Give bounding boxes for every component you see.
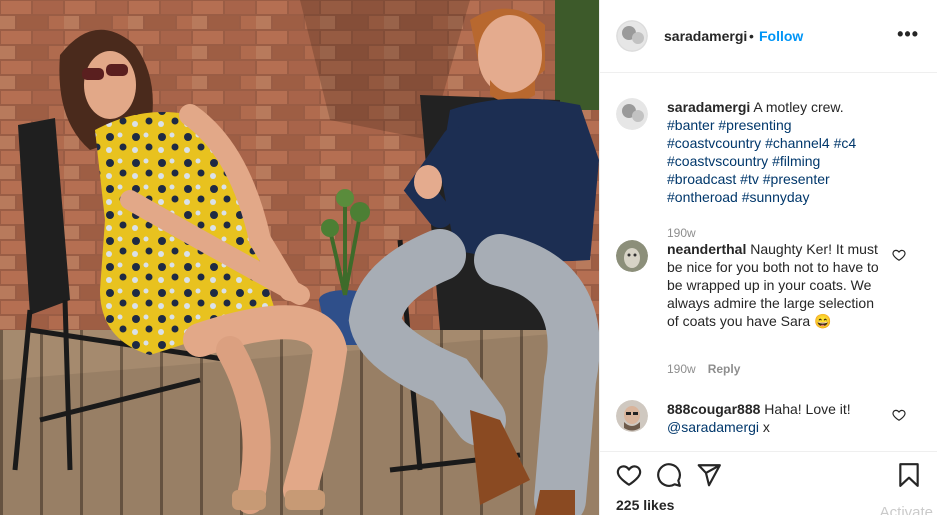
follow-button[interactable]: Follow <box>759 28 803 44</box>
reply-button[interactable]: Reply <box>708 362 741 376</box>
separator-dot: • <box>749 28 754 44</box>
caption-avatar[interactable] <box>616 98 648 130</box>
hashtag[interactable]: #tv <box>740 171 759 187</box>
author-avatar[interactable] <box>616 20 648 52</box>
hashtag[interactable]: #c4 <box>834 135 857 151</box>
commenter-username[interactable]: 888cougar888 <box>667 401 760 417</box>
activation-watermark: Activate <box>879 504 933 515</box>
hashtag[interactable]: #banter <box>667 117 714 133</box>
hashtag[interactable]: #ontheroad <box>667 189 738 205</box>
author-username[interactable]: saradamergi <box>664 28 747 44</box>
hashtag[interactable]: #coastvscountry <box>667 153 768 169</box>
comment-meta: 190w Reply <box>667 362 740 376</box>
hashtag[interactable]: #channel4 <box>765 135 830 151</box>
commenter-username[interactable]: neanderthal <box>667 241 746 257</box>
bookmark-icon[interactable] <box>896 462 922 488</box>
like-comment-heart-icon[interactable] <box>892 408 906 422</box>
comment-body: 888cougar888 Haha! Love it! @saradamergi… <box>667 400 889 436</box>
comments-list[interactable]: saradamergi A motley crew. #banter #pres… <box>600 74 937 450</box>
post-side-panel: saradamergi • Follow ••• saradamergi A m… <box>599 0 937 515</box>
comment-bubble-icon[interactable] <box>656 462 682 488</box>
comment-text: Haha! Love it! <box>764 401 851 417</box>
heart-icon[interactable] <box>616 462 642 488</box>
more-options-icon[interactable]: ••• <box>897 24 919 45</box>
caption-body: saradamergi A motley crew. #banter #pres… <box>667 98 889 206</box>
post-header: saradamergi • Follow ••• <box>600 0 937 73</box>
post-photo-illustration <box>0 0 599 515</box>
hashtag[interactable]: #sunnyday <box>742 189 810 205</box>
comment-timestamp[interactable]: 190w <box>667 362 696 376</box>
hashtag[interactable]: #filming <box>772 153 820 169</box>
comment-body: neanderthal Naughty Ker! It must be nice… <box>667 240 889 330</box>
like-comment-heart-icon[interactable] <box>892 248 906 262</box>
post-photo[interactable] <box>0 0 599 515</box>
action-bar: 225 likes Activate <box>600 451 937 515</box>
comment-trailing-text: x <box>762 419 770 435</box>
caption-timestamp[interactable]: 190w <box>667 226 696 240</box>
hashtag[interactable]: #presenter <box>763 171 830 187</box>
commenter-avatar[interactable] <box>616 240 648 272</box>
likes-count[interactable]: 225 likes <box>616 497 674 513</box>
caption-username[interactable]: saradamergi <box>667 99 750 115</box>
hashtag[interactable]: #coastvcountry <box>667 135 761 151</box>
laughing-emoji-icon: 😄 <box>814 313 832 329</box>
hashtag[interactable]: #broadcast <box>667 171 736 187</box>
caption-text: A motley crew. <box>753 99 844 115</box>
paper-plane-icon[interactable] <box>696 462 722 488</box>
mention-link[interactable]: @saradamergi <box>667 419 759 435</box>
commenter-avatar[interactable] <box>616 400 648 432</box>
hashtag[interactable]: #presenting <box>718 117 791 133</box>
